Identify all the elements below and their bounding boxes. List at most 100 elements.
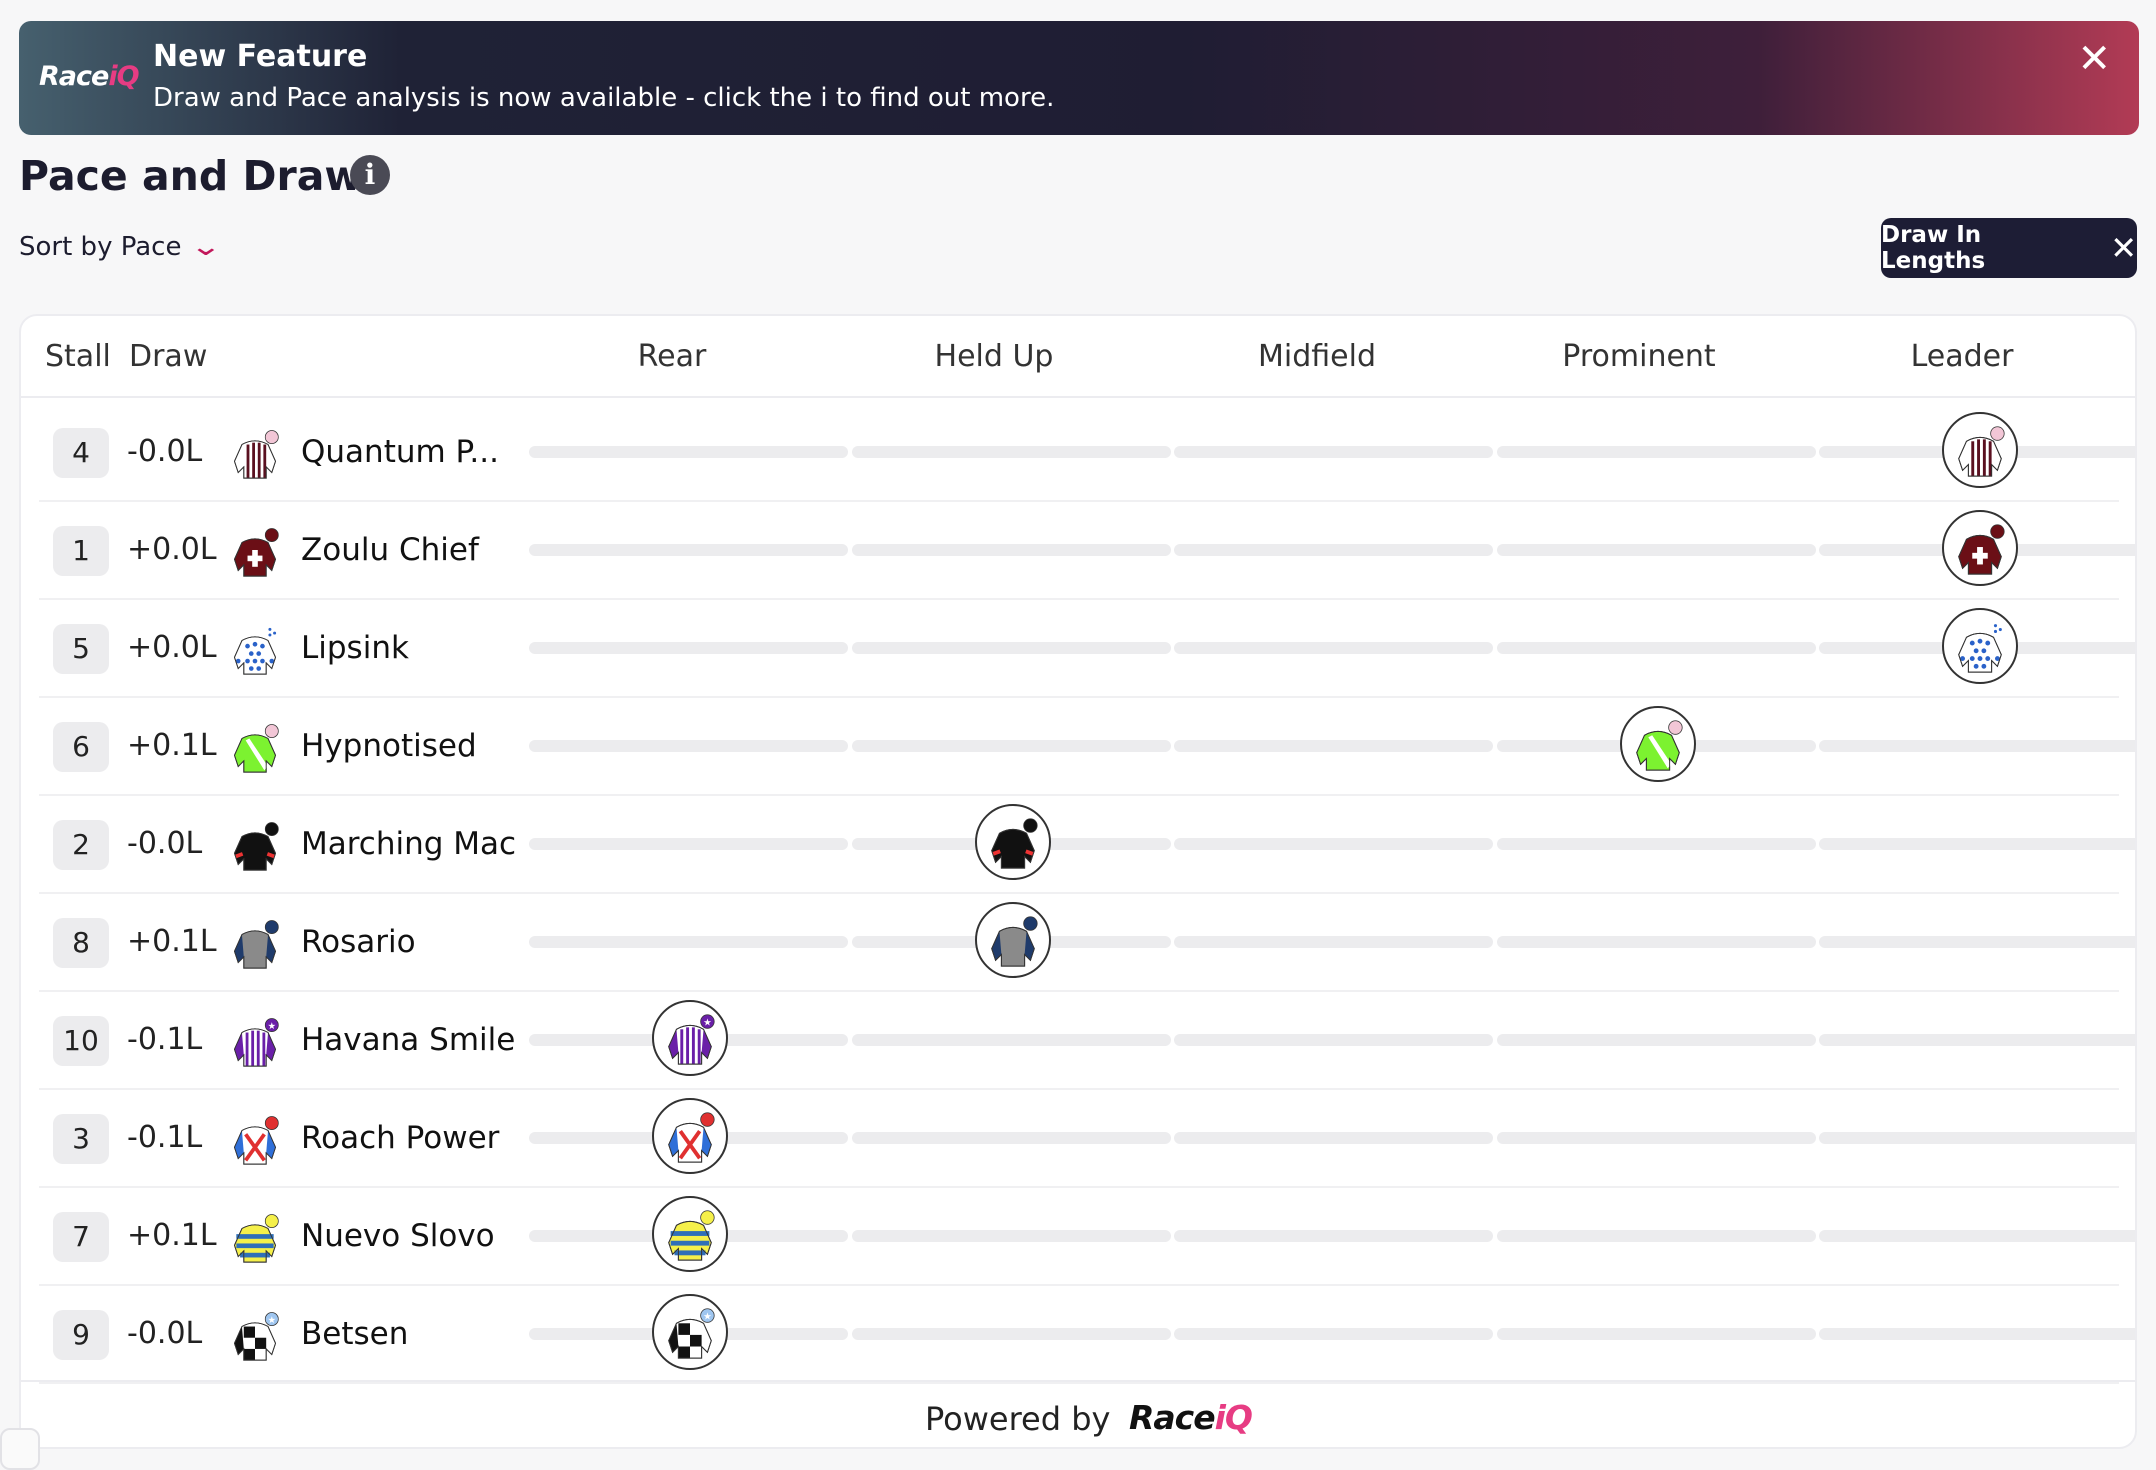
svg-text:★: ★ xyxy=(703,1311,712,1322)
horse-name[interactable]: Rosario xyxy=(301,924,416,960)
pace-draw-table: Stall Draw Rear Held Up Midfield Promine… xyxy=(19,314,2137,1449)
pace-track-segment xyxy=(1174,446,1493,458)
pace-track-segment xyxy=(1497,838,1816,850)
horse-name[interactable]: Quantum P... xyxy=(301,434,499,470)
draw-value: -0.1L xyxy=(127,1022,203,1057)
page-title: Pace and Draw xyxy=(19,152,363,200)
sort-dropdown[interactable]: Sort by Pace ⌄ xyxy=(19,232,223,262)
raceiq-logo: RaceiQ xyxy=(1129,1398,1253,1437)
pace-track-segment xyxy=(1497,936,1816,948)
pace-track-segment xyxy=(1497,1230,1816,1242)
raceiq-logo: RaceiQ xyxy=(39,61,140,92)
pace-position-marker[interactable] xyxy=(1942,412,2018,488)
zone-header-midfield: Midfield xyxy=(1258,339,1376,374)
pace-track-segment xyxy=(1174,838,1493,850)
table-row[interactable]: 5 +0.0L Lipsink xyxy=(39,600,2135,698)
table-row[interactable]: 4 -0.0L Quantum P... xyxy=(39,404,2135,502)
banner-title: New Feature xyxy=(153,39,368,74)
zone-header-rear: Rear xyxy=(637,339,707,374)
draw-value: +0.1L xyxy=(127,1218,217,1253)
horse-name[interactable]: Lipsink xyxy=(301,630,409,666)
table-row[interactable]: 7 +0.1L Nuevo Slovo xyxy=(39,1188,2135,1286)
powered-by-label: Powered by xyxy=(925,1400,1111,1438)
pace-track-segment xyxy=(1174,1132,1493,1144)
pace-track-segment xyxy=(1174,1328,1493,1340)
banner-message: Draw and Pace analysis is now available … xyxy=(153,83,1055,113)
chip-label: Draw In Lengths xyxy=(1881,222,1986,274)
table-row[interactable]: 2 -0.0L Marching Mac xyxy=(39,796,2135,894)
draw-in-lengths-chip[interactable]: Draw In Lengths ✕ xyxy=(1881,218,2137,278)
new-feature-banner: RaceiQ New Feature Draw and Pace analysi… xyxy=(19,21,2139,135)
pace-position-marker[interactable] xyxy=(975,804,1051,880)
stall-badge: 4 xyxy=(53,428,109,478)
pace-position-marker[interactable] xyxy=(652,1098,728,1174)
pace-track-segment xyxy=(852,1132,1171,1144)
pace-position-marker[interactable] xyxy=(975,902,1051,978)
pace-track-segment xyxy=(852,740,1171,752)
horse-name[interactable]: Nuevo Slovo xyxy=(301,1218,495,1254)
sort-label: Sort by Pace xyxy=(19,232,182,262)
table-row[interactable]: 6 +0.1L Hypnotised xyxy=(39,698,2135,796)
pace-track xyxy=(529,1328,2135,1340)
horse-name[interactable]: Marching Mac xyxy=(301,826,516,862)
jockey-silk-icon: ★ xyxy=(227,1012,283,1068)
table-row[interactable]: 1 +0.0L Zoulu Chief xyxy=(39,502,2135,600)
jockey-silk-icon xyxy=(227,1208,283,1264)
pace-position-marker[interactable] xyxy=(652,1196,728,1272)
table-row[interactable]: 8 +0.1L Rosario xyxy=(39,894,2135,992)
column-header-draw: Draw xyxy=(129,339,208,374)
pace-track-segment xyxy=(529,740,848,752)
pace-position-marker[interactable]: ★ xyxy=(652,1294,728,1370)
jockey-silk-icon xyxy=(227,424,283,480)
pace-track-segment xyxy=(1174,642,1493,654)
close-icon[interactable]: ✕ xyxy=(2110,229,2137,267)
jockey-silk-icon xyxy=(227,718,283,774)
pace-track-segment xyxy=(1819,1230,2135,1242)
jockey-silk-icon xyxy=(227,620,283,676)
stall-badge: 3 xyxy=(53,1114,109,1164)
draw-value: -0.0L xyxy=(127,1316,203,1351)
zone-header-prominent: Prominent xyxy=(1562,339,1716,374)
pace-track-segment xyxy=(1819,936,2135,948)
pace-track-segment xyxy=(529,936,848,948)
close-icon[interactable]: ✕ xyxy=(2077,39,2111,79)
zone-header-leader: Leader xyxy=(1910,339,2014,374)
stall-badge: 7 xyxy=(53,1212,109,1262)
jockey-silk-icon xyxy=(227,914,283,970)
pace-track-segment xyxy=(1819,740,2135,752)
pace-track-segment xyxy=(1497,1328,1816,1340)
chevron-down-icon: ⌄ xyxy=(190,232,223,262)
svg-text:★: ★ xyxy=(268,1315,276,1326)
horse-name[interactable]: Havana Smile xyxy=(301,1022,515,1058)
pace-track-segment xyxy=(1174,1230,1493,1242)
table-row[interactable]: 10 -0.1L ★ Havana Smile ★ xyxy=(39,992,2135,1090)
horse-name[interactable]: Hypnotised xyxy=(301,728,477,764)
draw-value: -0.0L xyxy=(127,826,203,861)
pace-track-segment xyxy=(529,544,848,556)
pace-position-marker[interactable] xyxy=(1620,706,1696,782)
horse-name[interactable]: Zoulu Chief xyxy=(301,532,479,568)
stall-badge: 10 xyxy=(53,1016,109,1066)
pace-track-segment xyxy=(1174,740,1493,752)
horse-name[interactable]: Roach Power xyxy=(301,1120,499,1156)
pace-track-segment xyxy=(1819,1328,2135,1340)
column-header-stall: Stall xyxy=(45,339,111,374)
pace-track xyxy=(529,544,2135,556)
pace-position-marker[interactable] xyxy=(1942,608,2018,684)
pace-position-marker[interactable]: ★ xyxy=(652,1000,728,1076)
pace-track-segment xyxy=(1497,1132,1816,1144)
pace-track-segment xyxy=(1497,544,1816,556)
table-row[interactable]: 3 -0.1L Roach Power xyxy=(39,1090,2135,1188)
pace-track-segment xyxy=(1174,544,1493,556)
pace-position-marker[interactable] xyxy=(1942,510,2018,586)
table-row[interactable]: 9 -0.0L ★ Betsen ★ xyxy=(39,1286,2135,1384)
horse-name[interactable]: Betsen xyxy=(301,1316,408,1352)
pace-track-segment xyxy=(852,544,1171,556)
pace-track-segment xyxy=(852,642,1171,654)
pace-track-segment xyxy=(529,838,848,850)
info-icon[interactable]: i xyxy=(350,155,390,195)
pace-track-segment xyxy=(1497,642,1816,654)
draw-value: +0.0L xyxy=(127,630,217,665)
svg-text:★: ★ xyxy=(703,1017,712,1028)
pace-track-segment xyxy=(852,1328,1171,1340)
